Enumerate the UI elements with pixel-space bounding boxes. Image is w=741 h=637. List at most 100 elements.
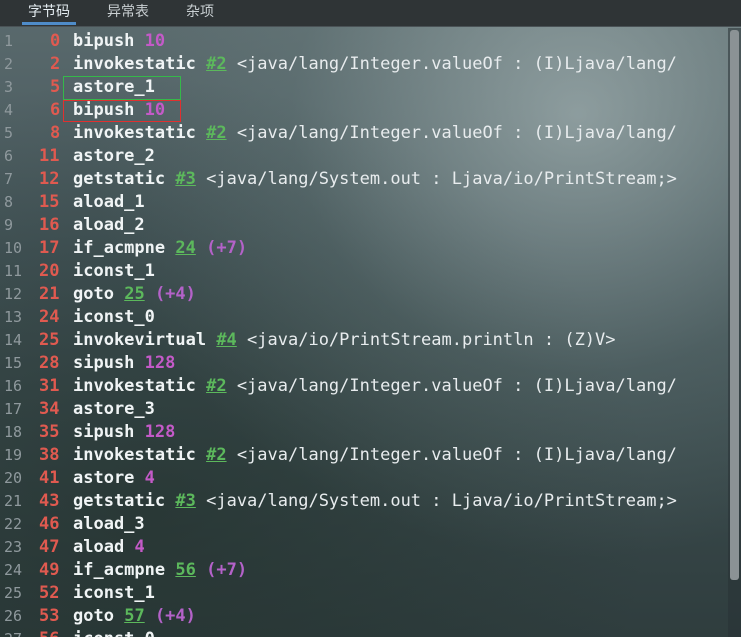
opcode: invokestatic: [73, 376, 196, 396]
opcode: astore: [73, 468, 135, 488]
line-number: 18: [4, 423, 23, 441]
code-line[interactable]: 18 35 sipush 128: [0, 421, 728, 444]
code-line[interactable]: 11 20 iconst_1: [0, 260, 728, 283]
line-number: 16: [4, 377, 23, 395]
code-line[interactable]: 13 24 iconst_0: [0, 306, 728, 329]
code-line[interactable]: 24 49 if_acmpne 56 (+7): [0, 559, 728, 582]
line-number: 14: [4, 331, 23, 349]
instruction: if_acmpne 24 (+7): [73, 237, 247, 260]
operand-reference[interactable]: #3: [175, 169, 195, 189]
instruction: aload 4: [73, 536, 145, 559]
bytecode-offset: 34: [39, 399, 60, 419]
instruction: aload_2: [73, 214, 145, 237]
code-line[interactable]: 21 43 getstatic #3 <java/lang/System.out :…: [0, 490, 728, 513]
code-line[interactable]: 9 16 aload_2: [0, 214, 728, 237]
code-line[interactable]: 8 15 aload_1: [0, 191, 728, 214]
operand-reference[interactable]: #2: [206, 54, 226, 74]
line-number: 10: [4, 239, 23, 257]
code-line[interactable]: 20 41 astore 4: [0, 467, 728, 490]
opcode: iconst_0: [73, 629, 155, 637]
tab-misc[interactable]: 杂项: [180, 0, 220, 25]
jump-delta: (+7): [206, 238, 248, 258]
opcode: iconst_0: [73, 307, 155, 327]
opcode: invokevirtual: [73, 330, 207, 350]
line-number: 24: [4, 561, 23, 579]
line-number: 8: [4, 193, 14, 211]
line-number: 6: [4, 147, 14, 165]
tab-bar: 字节码 异常表 杂项: [0, 0, 741, 27]
opcode: aload_3: [73, 514, 145, 534]
opcode: aload_2: [73, 215, 145, 235]
operand-reference[interactable]: 57: [124, 606, 144, 626]
code-line[interactable]: 2 2 invokestatic #2 <java/lang/Integer.val…: [0, 53, 728, 76]
operand-value: 4: [144, 468, 155, 488]
line-number: 7: [4, 170, 14, 188]
code-line[interactable]: 15 28 sipush 128: [0, 352, 728, 375]
tab-exception-table[interactable]: 异常表: [101, 0, 155, 25]
jump-delta: (+4): [154, 284, 196, 304]
operand-reference[interactable]: #2: [206, 376, 226, 396]
line-number: 27: [4, 628, 28, 637]
code-line[interactable]: 16 31 invokestatic #2 <java/lang/Integer.v…: [0, 375, 728, 398]
code-line[interactable]: 27 56 iconst_0: [0, 628, 728, 637]
opcode: sipush: [73, 422, 135, 442]
instruction: astore_3: [73, 398, 155, 421]
scrollbar-thumb[interactable]: [730, 30, 739, 580]
bytecode-offset: 20: [39, 261, 60, 281]
bytecode-offset: 0: [50, 31, 61, 51]
code-line[interactable]: 6 11 astore_2: [0, 145, 728, 168]
opcode: goto: [73, 606, 114, 626]
constant-pool-descriptor: <java/io/PrintStream.println : (Z)V>: [247, 330, 616, 350]
line-number: 20: [4, 469, 23, 487]
instruction: invokestatic #2 <java/lang/Integer.value…: [73, 375, 677, 398]
line-number: 26: [4, 607, 23, 625]
code-line[interactable]: 5 8 invokestatic #2 <java/lang/Integer.val…: [0, 122, 728, 145]
constant-pool-descriptor: <java/lang/Integer.valueOf : (I)Ljava/la…: [236, 445, 677, 465]
opcode: getstatic: [73, 169, 166, 189]
operand-reference[interactable]: #2: [206, 445, 226, 465]
bytecode-offset: 31: [39, 376, 60, 396]
constant-pool-descriptor: <java/lang/Integer.valueOf : (I)Ljava/la…: [236, 54, 677, 74]
opcode: getstatic: [73, 491, 166, 511]
bytecode-offset: 41: [39, 468, 60, 488]
operand-reference[interactable]: 25: [124, 284, 144, 304]
operand-value: 4: [134, 537, 145, 557]
constant-pool-descriptor: <java/lang/System.out : Ljava/io/PrintSt…: [206, 491, 677, 511]
operand-reference[interactable]: #4: [216, 330, 236, 350]
operand-value: 128: [144, 353, 176, 373]
code-line[interactable]: 14 25 invokevirtual #4 <java/io/PrintStrea…: [0, 329, 728, 352]
opcode: sipush: [73, 353, 135, 373]
code-line[interactable]: 17 34 astore_3: [0, 398, 728, 421]
code-line[interactable]: 7 12 getstatic #3 <java/lang/System.out : …: [0, 168, 728, 191]
opcode: aload: [73, 537, 125, 557]
instruction: invokevirtual #4 <java/io/PrintStream.pr…: [73, 329, 616, 352]
instruction: sipush 128: [73, 352, 175, 375]
code-line[interactable]: 23 47 aload 4: [0, 536, 728, 559]
instruction: invokestatic #2 <java/lang/Integer.value…: [73, 122, 677, 145]
code-line[interactable]: 26 53 goto 57 (+4): [0, 605, 728, 628]
bytecode-offset: 43: [39, 491, 60, 511]
line-number: 23: [4, 538, 23, 556]
bytecode-offset: 2: [50, 54, 61, 74]
instruction: iconst_1: [73, 260, 155, 283]
instruction: iconst_1: [73, 582, 155, 605]
code-line[interactable]: 12 21 goto 25 (+4): [0, 283, 728, 306]
instruction: aload_1: [73, 191, 145, 214]
vertical-scrollbar[interactable]: [728, 28, 741, 637]
operand-value: 10: [144, 31, 166, 51]
code-line[interactable]: 25 52 iconst_1: [0, 582, 728, 605]
bytecode-offset: 49: [39, 560, 60, 580]
code-line[interactable]: 19 38 invokestatic #2 <java/lang/Integer.v…: [0, 444, 728, 467]
operand-reference[interactable]: #2: [206, 123, 226, 143]
constant-pool-descriptor: <java/lang/System.out : Ljava/io/PrintSt…: [206, 169, 677, 189]
opcode: bipush: [73, 31, 135, 51]
operand-reference[interactable]: 56: [175, 560, 195, 580]
code-line[interactable]: 22 46 aload_3: [0, 513, 728, 536]
instruction: iconst_0: [73, 628, 155, 637]
operand-reference[interactable]: #3: [175, 491, 195, 511]
code-line[interactable]: 1 0 bipush 10: [0, 30, 728, 53]
operand-reference[interactable]: 24: [175, 238, 195, 258]
tab-bytecode[interactable]: 字节码: [22, 0, 76, 25]
code-line[interactable]: 10 17 if_acmpne 24 (+7): [0, 237, 728, 260]
opcode: astore_3: [73, 399, 155, 419]
